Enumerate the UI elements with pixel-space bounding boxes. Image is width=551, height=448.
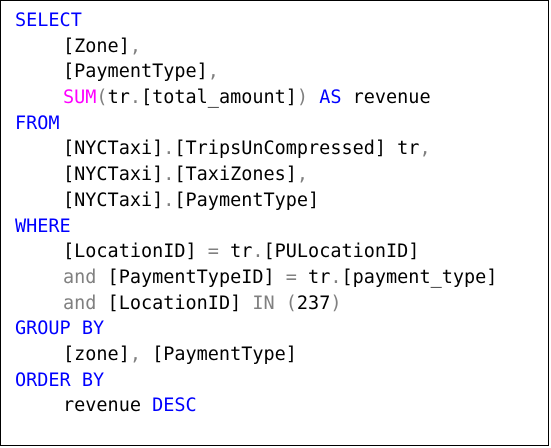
code-line-group-columns: [zone], [PaymentType] [1,342,548,368]
alias-revenue: revenue [341,87,431,109]
dot: . [163,189,175,211]
keyword-where: WHERE [15,215,71,237]
sql-code-editor[interactable]: SELECT [Zone], [PaymentType], SUM(tr.[to… [0,0,549,446]
alias-tr: tr [218,241,253,263]
code-line-paymenttype: [PaymentType], [1,59,548,85]
code-line-select: SELECT [1,8,548,34]
schema-nyctaxi: [NYCTaxi] [63,189,164,211]
column-payment-type: [payment_type] [341,266,498,288]
column-paymenttype: [PaymentType] [63,61,208,83]
equals-operator: = [285,266,297,288]
operator-and: and [63,266,97,288]
column-paymenttypeid: [PaymentTypeID] [96,266,286,288]
code-line-sum-revenue: SUM(tr.[total_amount]) AS revenue [1,85,548,111]
code-line-where: WHERE [1,214,548,240]
keyword-group-by: GROUP BY [15,318,105,340]
table-paymenttype: [PaymentType] [174,189,320,211]
code-line-from: FROM [1,111,548,137]
code-line-paymenttype-table: [NYCTaxi].[PaymentType] [1,188,548,214]
column-pulocationid: [PULocationID] [263,241,420,263]
paren-close: ) [330,292,342,314]
comma: , [296,164,309,186]
schema-nyctaxi: [NYCTaxi] [63,164,164,186]
comma: , [129,343,141,365]
column-total-amount: [total_amount] [140,87,297,109]
column-zone: [Zone] [63,35,130,57]
comma: , [207,61,219,83]
equals-operator: = [207,241,219,263]
number-literal: 237 [296,292,331,314]
keyword-select: SELECT [15,10,82,31]
dot: . [252,241,264,263]
code-line-location-join: [LocationID] = tr.[PULocationID] [1,239,548,265]
code-line-trips-table: [NYCTaxi].[TripsUnCompressed] tr, [1,136,548,162]
operator-and: and [63,292,97,314]
column-paymenttype: [PaymentType] [140,343,297,365]
alias-revenue: revenue [63,395,153,417]
keyword-order-by: ORDER BY [15,369,105,391]
function-sum: SUM [63,87,97,109]
keyword-from: FROM [15,112,60,134]
dot: . [129,87,141,109]
dot: . [163,164,175,186]
column-zone: [zone] [63,343,130,365]
table-taxizones: [TaxiZones] [174,164,297,186]
table-tripsuncompressed: [TripsUnCompressed] tr [174,138,420,160]
code-line-taxizones-table: [NYCTaxi].[TaxiZones], [1,162,548,188]
schema-nyctaxi: [NYCTaxi] [63,138,164,160]
code-line-zone: [Zone], [1,34,548,60]
dot: . [330,266,342,288]
comma: , [419,138,431,160]
dot: . [163,138,175,160]
alias-tr: tr [296,266,331,288]
code-line-order-columns: revenue DESC [1,393,548,419]
code-line-group-by: GROUP BY [1,316,548,342]
operator-in: IN [252,292,275,314]
paren-open: ( [96,87,108,109]
column-locationid: [LocationID] [63,241,208,263]
alias-tr: tr [107,87,130,109]
comma: , [129,35,141,57]
code-line-order-by: ORDER BY [1,368,548,394]
paren-close: ) [296,87,309,109]
code-line-payment-join: and [PaymentTypeID] = tr.[payment_type] [1,265,548,291]
column-locationid: [LocationID] [96,292,253,314]
code-line-location-filter: and [LocationID] IN (237) [1,291,548,317]
paren-open: ( [285,292,297,314]
keyword-desc: DESC [152,395,197,417]
keyword-as: AS [319,87,342,109]
